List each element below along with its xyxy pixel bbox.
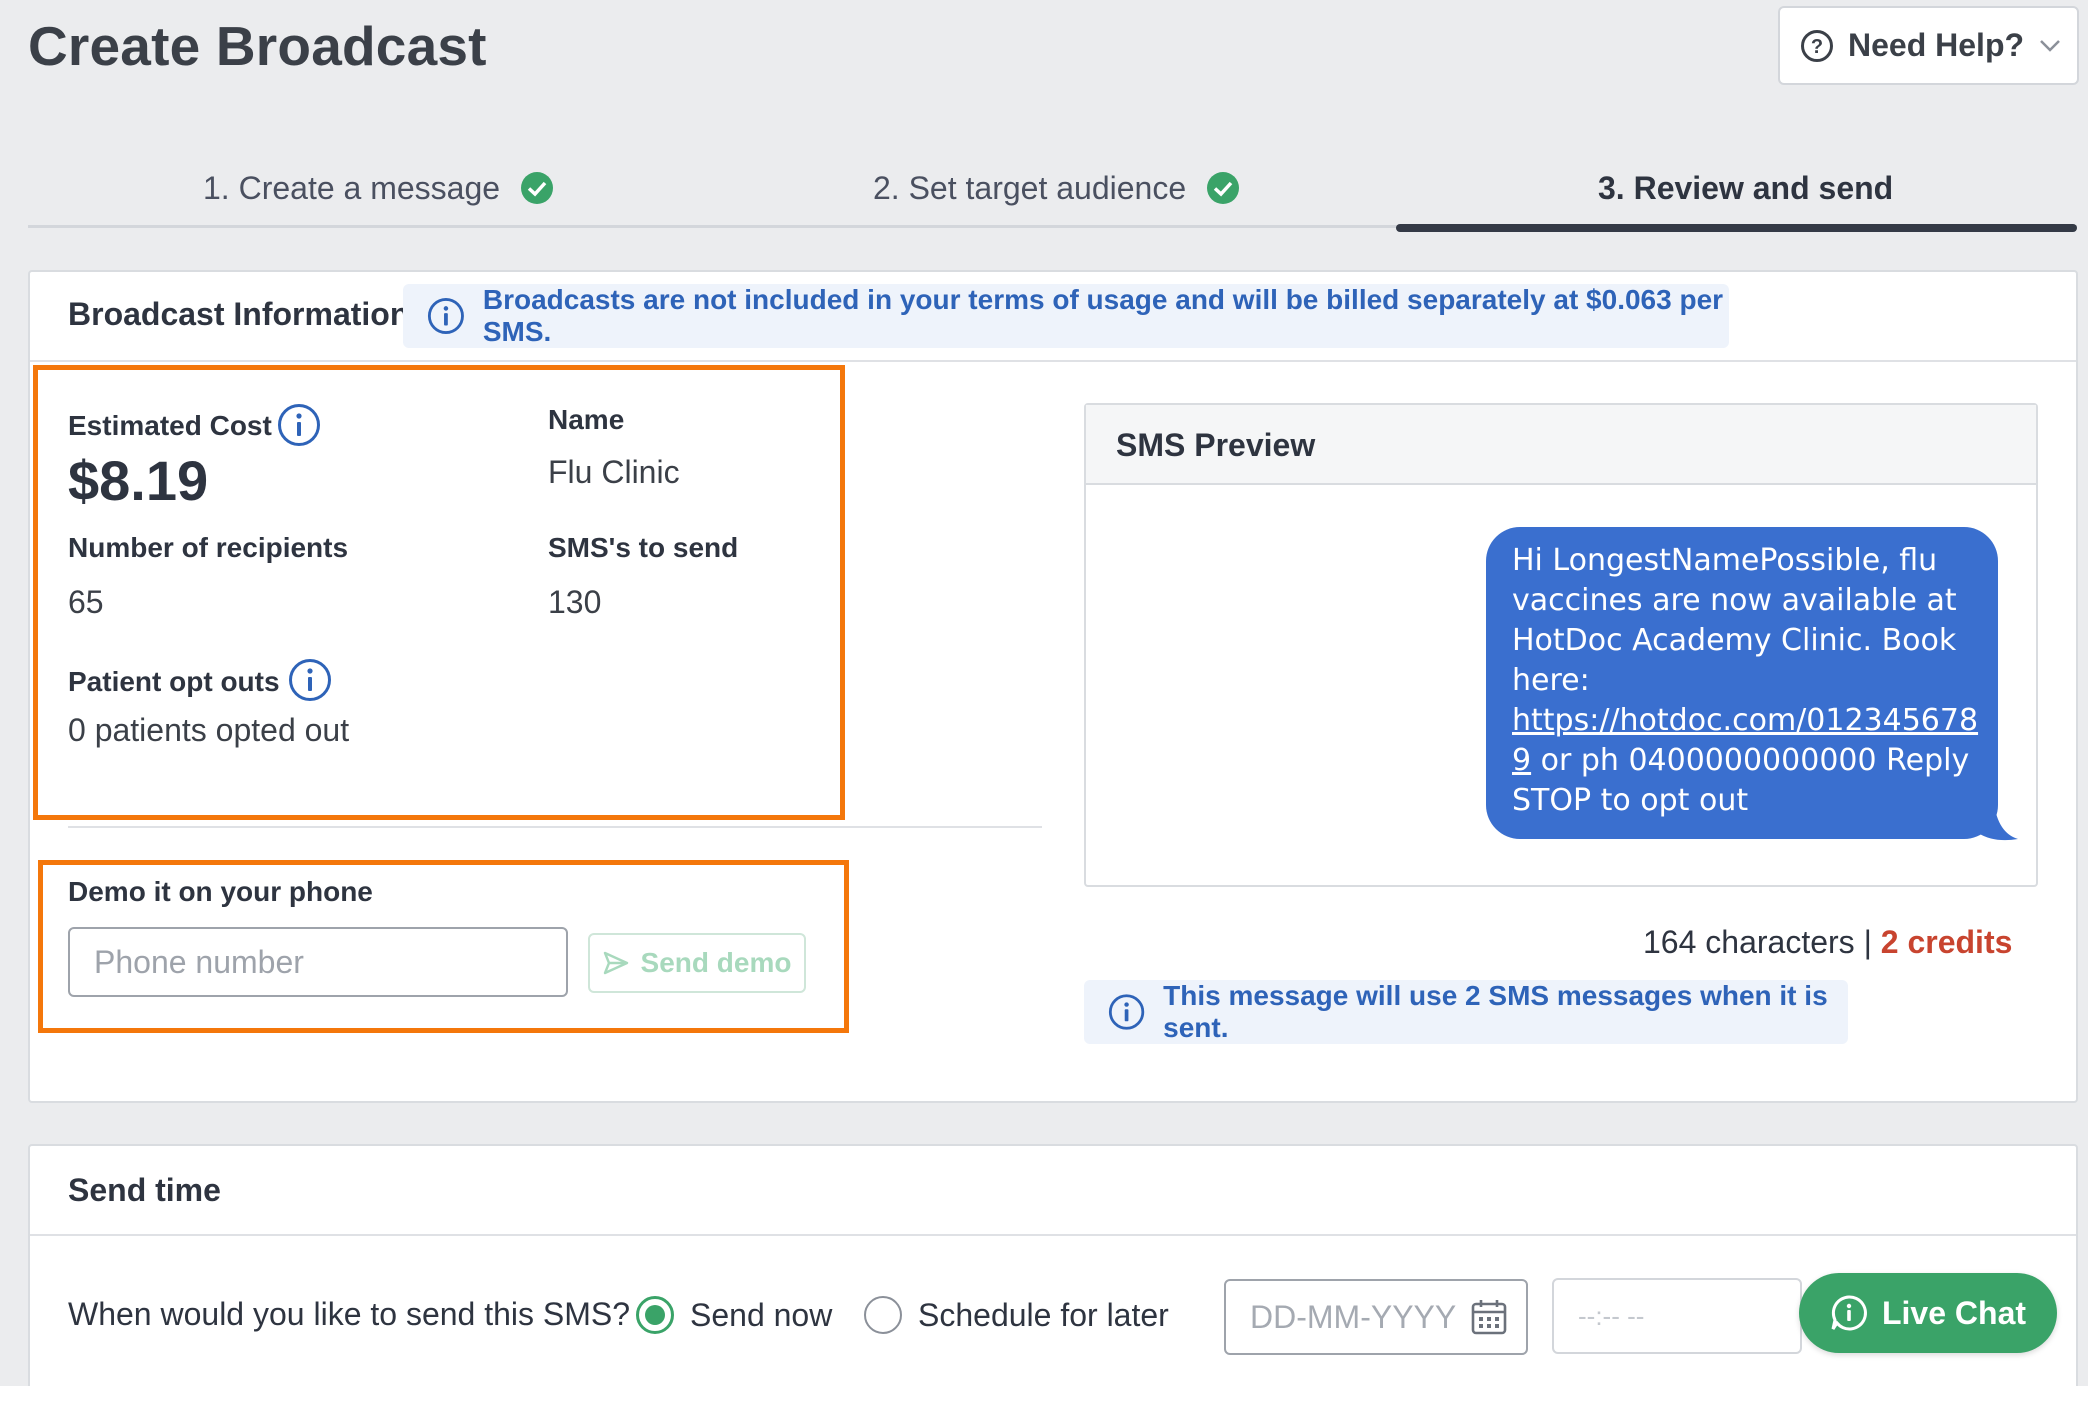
chevron-down-icon <box>2040 39 2060 52</box>
step-review-send[interactable]: 3. Review and send <box>1598 164 1893 212</box>
broadcast-information-title: Broadcast Information <box>68 296 410 332</box>
info-circle-icon[interactable] <box>277 403 321 447</box>
info-circle-icon <box>1108 994 1145 1030</box>
credits-count: 2 credits <box>1880 924 2013 960</box>
schedule-later-label: Schedule for later <box>918 1296 1169 1333</box>
radio-schedule-later[interactable]: Schedule for later <box>864 1296 1169 1334</box>
divider <box>30 360 2076 362</box>
page-title: Create Broadcast <box>28 15 487 77</box>
patient-optouts-label: Patient opt outs <box>68 666 280 697</box>
question-circle-icon: ? <box>1801 29 1833 62</box>
check-circle-icon <box>521 172 554 204</box>
step-label: 2. Set target audience <box>873 169 1187 206</box>
sms-preview-panel: SMS Preview Hi LongestNamePossible, flu … <box>1084 403 2038 887</box>
send-now-label: Send now <box>690 1296 833 1333</box>
send-demo-label: Send demo <box>640 947 792 978</box>
separator: | <box>1863 924 1872 960</box>
name-value: Flu Clinic <box>548 454 680 490</box>
time-input[interactable]: --:-- -- <box>1552 1278 1802 1354</box>
need-help-label: Need Help? <box>1848 27 2025 63</box>
sms-to-send-label: SMS's to send <box>548 532 739 563</box>
estimated-cost-label: Estimated Cost <box>68 410 272 441</box>
step-set-audience[interactable]: 2. Set target audience <box>873 164 1240 212</box>
divider <box>68 826 1042 828</box>
sms-booking-link-end[interactable]: 9 <box>1512 743 1531 778</box>
check-circle-icon <box>1207 172 1240 204</box>
sms-to-send-value: 130 <box>548 584 602 620</box>
billing-info-text: Broadcasts are not included in your term… <box>482 284 1724 347</box>
radio-send-now[interactable]: Send now <box>636 1296 832 1334</box>
name-label: Name <box>548 404 625 435</box>
sms-usage-text: This message will use 2 SMS messages whe… <box>1163 980 1828 1043</box>
radio-button[interactable] <box>864 1296 902 1334</box>
step-create-message[interactable]: 1. Create a message <box>203 164 554 212</box>
sms-message-text-end: or ph 0400000000000 Reply STOP to opt ou… <box>1512 743 1970 818</box>
recipients-label: Number of recipients <box>68 532 349 563</box>
active-step-indicator <box>1396 224 2077 232</box>
send-time-title: Send time <box>68 1172 221 1208</box>
sms-usage-banner: This message will use 2 SMS messages whe… <box>1084 980 1848 1044</box>
step-label: 3. Review and send <box>1598 169 1894 206</box>
sms-preview-title: SMS Preview <box>1116 427 1316 463</box>
phone-number-input[interactable]: Phone number <box>68 927 568 997</box>
sms-booking-link[interactable]: https://hotdoc.com/012345678 <box>1512 703 1978 738</box>
send-time-question: When would you like to send this SMS? <box>68 1296 631 1332</box>
recipients-value: 65 <box>68 584 104 620</box>
send-demo-button[interactable]: Send demo <box>588 933 806 993</box>
live-chat-label: Live Chat <box>1881 1294 2027 1331</box>
live-chat-button[interactable]: Live Chat <box>1799 1273 2057 1353</box>
divider <box>30 1234 2076 1236</box>
svg-text:?: ? <box>1811 36 1823 58</box>
chat-bubble-icon <box>1831 1295 1867 1331</box>
info-circle-icon <box>427 298 464 334</box>
date-input[interactable]: DD-MM-YYYY <box>1224 1279 1528 1355</box>
info-circle-icon[interactable] <box>288 658 332 702</box>
message-length-summary: 164 characters | 2 credits <box>1643 924 2012 961</box>
radio-button-selected[interactable] <box>636 1296 674 1334</box>
sms-message-bubble: Hi LongestNamePossible, flu vaccines are… <box>1486 527 1998 839</box>
patient-optouts-value: 0 patients opted out <box>68 712 350 748</box>
step-label: 1. Create a message <box>203 169 501 206</box>
need-help-button[interactable]: ? Need Help? <box>1778 6 2079 85</box>
page-bottom <box>0 1386 2088 1418</box>
sms-message-text: Hi LongestNamePossible, flu vaccines are… <box>1512 543 1957 698</box>
billing-info-banner: Broadcasts are not included in your term… <box>403 284 1729 348</box>
character-count: 164 characters <box>1643 924 1855 960</box>
date-placeholder: DD-MM-YYYY <box>1250 1298 1457 1335</box>
estimated-cost-value: $8.19 <box>68 449 209 512</box>
demo-title: Demo it on your phone <box>68 876 373 907</box>
paper-plane-icon <box>603 951 628 975</box>
calendar-icon[interactable] <box>1470 1298 1508 1336</box>
